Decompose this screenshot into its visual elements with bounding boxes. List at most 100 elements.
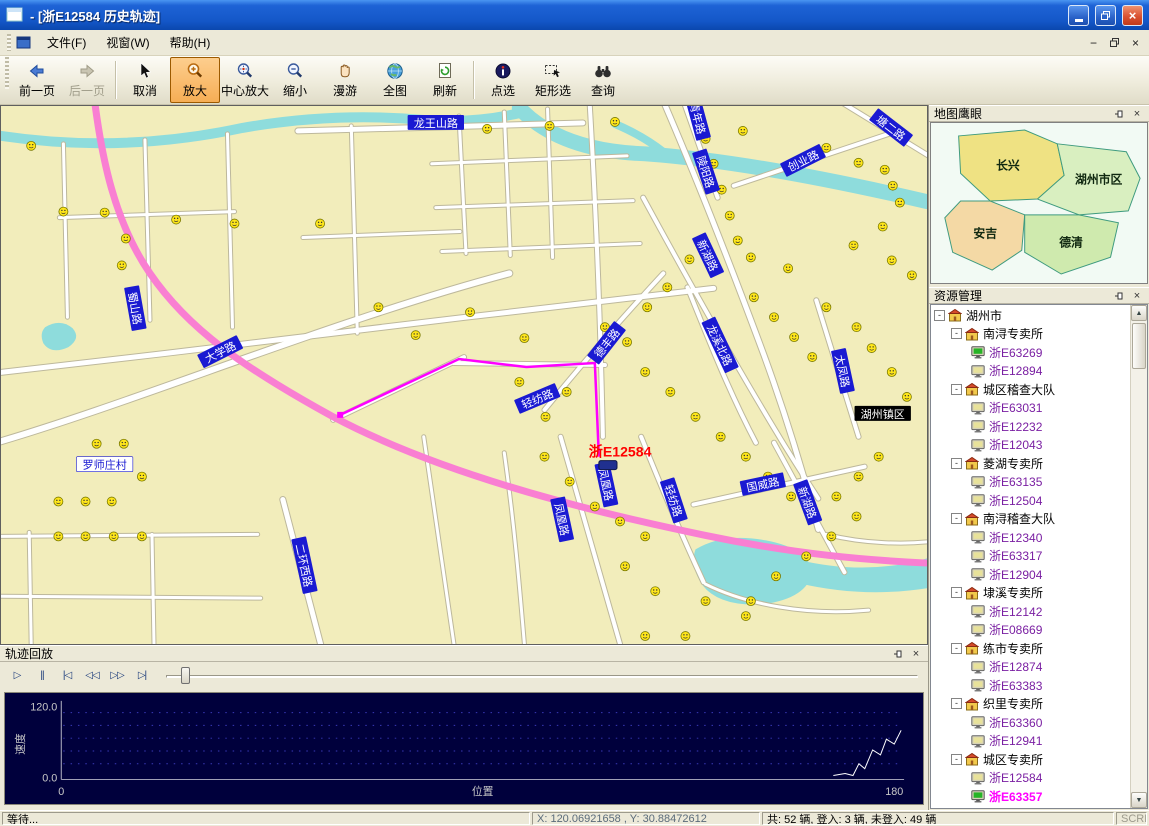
tree-vehicle[interactable]: 浙E63031 [931,399,1130,418]
poi-smiley-marker[interactable] [822,143,831,152]
playback-rewind-button[interactable]: ◁◁ [81,666,103,686]
poi-smiley-marker[interactable] [790,333,799,342]
toolbar-query-button[interactable]: 查询 [578,57,628,103]
poi-smiley-marker[interactable] [874,452,883,461]
poi-smiley-marker[interactable] [54,532,63,541]
tree-vehicle[interactable]: 浙E09387 [931,806,1130,809]
resource-pin-button[interactable] [1112,289,1126,302]
eagle-pin-button[interactable] [1112,107,1126,120]
poi-smiley-marker[interactable] [641,368,650,377]
poi-smiley-marker[interactable] [119,439,128,448]
tracked-vehicle-marker[interactable] [599,461,617,470]
poi-smiley-marker[interactable] [738,126,747,135]
poi-smiley-marker[interactable] [849,241,858,250]
poi-smiley-marker[interactable] [540,452,549,461]
toolbar-pan-button[interactable]: 漫游 [320,57,370,103]
child-close-button[interactable]: × [1126,34,1145,51]
poi-smiley-marker[interactable] [515,377,524,386]
tree-scrollbar[interactable]: ▲ ▼ [1130,305,1147,808]
eagle-close-button[interactable]: × [1130,107,1144,120]
playback-pause-button[interactable]: || [31,666,53,686]
poi-smiley-marker[interactable] [733,236,742,245]
poi-smiley-marker[interactable] [641,632,650,641]
restore-button[interactable] [1095,5,1116,26]
tree-vehicle[interactable]: 浙E12340 [931,528,1130,547]
poi-smiley-marker[interactable] [610,117,619,126]
toolbar-cancel-button[interactable]: 取消 [120,57,170,103]
poi-smiley-marker[interactable] [651,587,660,596]
poi-smiley-marker[interactable] [121,234,130,243]
poi-smiley-marker[interactable] [374,303,383,312]
collapse-toggle[interactable]: - [934,310,945,321]
toolbar-point-select-button[interactable]: 点选 [478,57,528,103]
collapse-toggle[interactable]: - [951,754,962,765]
poi-smiley-marker[interactable] [641,532,650,541]
toolbar-rect-select-button[interactable]: 矩形选 [528,57,578,103]
toolbar-full-map-button[interactable]: 全图 [370,57,420,103]
tree-vehicle[interactable]: 浙E12904 [931,565,1130,584]
poi-smiley-marker[interactable] [623,338,632,347]
poi-smiley-marker[interactable] [852,512,861,521]
poi-smiley-marker[interactable] [316,219,325,228]
tree-vehicle[interactable]: 浙E12043 [931,436,1130,455]
poi-smiley-marker[interactable] [749,293,758,302]
tree-vehicle[interactable]: 浙E63135 [931,473,1130,492]
poi-smiley-marker[interactable] [81,532,90,541]
eagle-eye-map[interactable]: 长兴湖州市区安吉德清 [930,122,1148,284]
menu-window[interactable]: 视窗(W) [97,31,158,54]
poi-smiley-marker[interactable] [541,412,550,421]
poi-smiley-marker[interactable] [741,612,750,621]
poi-smiley-marker[interactable] [109,532,118,541]
poi-smiley-marker[interactable] [784,264,793,273]
tree-group[interactable]: -练市专卖所 [931,639,1130,658]
poi-smiley-marker[interactable] [854,472,863,481]
poi-smiley-marker[interactable] [691,412,700,421]
tree-vehicle[interactable]: 浙E63360 [931,713,1130,732]
collapse-toggle[interactable]: - [951,384,962,395]
poi-smiley-marker[interactable] [895,198,904,207]
poi-smiley-marker[interactable] [685,255,694,264]
playback-step-back-button[interactable]: |◁ [56,666,78,686]
poi-smiley-marker[interactable] [137,472,146,481]
tree-vehicle[interactable]: 浙E12504 [931,491,1130,510]
child-restore-button[interactable] [1105,34,1124,51]
poi-smiley-marker[interactable] [666,387,675,396]
poi-smiley-marker[interactable] [59,207,68,216]
poi-smiley-marker[interactable] [172,215,181,224]
poi-smiley-marker[interactable] [725,211,734,220]
tree-vehicle[interactable]: 浙E63357 [931,787,1130,806]
poi-smiley-marker[interactable] [827,532,836,541]
collapse-toggle[interactable]: - [951,458,962,469]
poi-smiley-marker[interactable] [466,308,475,317]
poi-smiley-marker[interactable] [615,517,624,526]
poi-smiley-marker[interactable] [92,439,101,448]
poi-smiley-marker[interactable] [716,432,725,441]
playback-slider[interactable] [166,666,922,686]
poi-smiley-marker[interactable] [701,597,710,606]
poi-smiley-marker[interactable] [590,502,599,511]
poi-smiley-marker[interactable] [852,323,861,332]
poi-smiley-marker[interactable] [854,158,863,167]
poi-smiley-marker[interactable] [117,261,126,270]
tree-vehicle[interactable]: 浙E12894 [931,362,1130,381]
poi-smiley-marker[interactable] [137,532,146,541]
tree-group[interactable]: -南浔专卖所 [931,325,1130,344]
tree-group[interactable]: -菱湖专卖所 [931,454,1130,473]
child-minimize-button[interactable]: − [1084,34,1103,51]
poi-smiley-marker[interactable] [867,344,876,353]
tree-group[interactable]: -织里专卖所 [931,695,1130,714]
minimize-button[interactable] [1068,5,1089,26]
tree-vehicle[interactable]: 浙E63383 [931,676,1130,695]
toolbar-refresh-button[interactable]: 刷新 [420,57,470,103]
collapse-toggle[interactable]: - [951,698,962,709]
tree-group[interactable]: -城区稽查大队 [931,380,1130,399]
toolbar-grip-handle[interactable] [5,57,9,89]
playback-pin-button[interactable] [891,647,905,660]
menu-file[interactable]: 文件(F) [38,31,95,54]
poi-smiley-marker[interactable] [643,303,652,312]
toolbar-zoom-out-button[interactable]: 缩小 [270,57,320,103]
poi-smiley-marker[interactable] [808,353,817,362]
poi-smiley-marker[interactable] [230,219,239,228]
poi-smiley-marker[interactable] [27,141,36,150]
poi-smiley-marker[interactable] [771,572,780,581]
